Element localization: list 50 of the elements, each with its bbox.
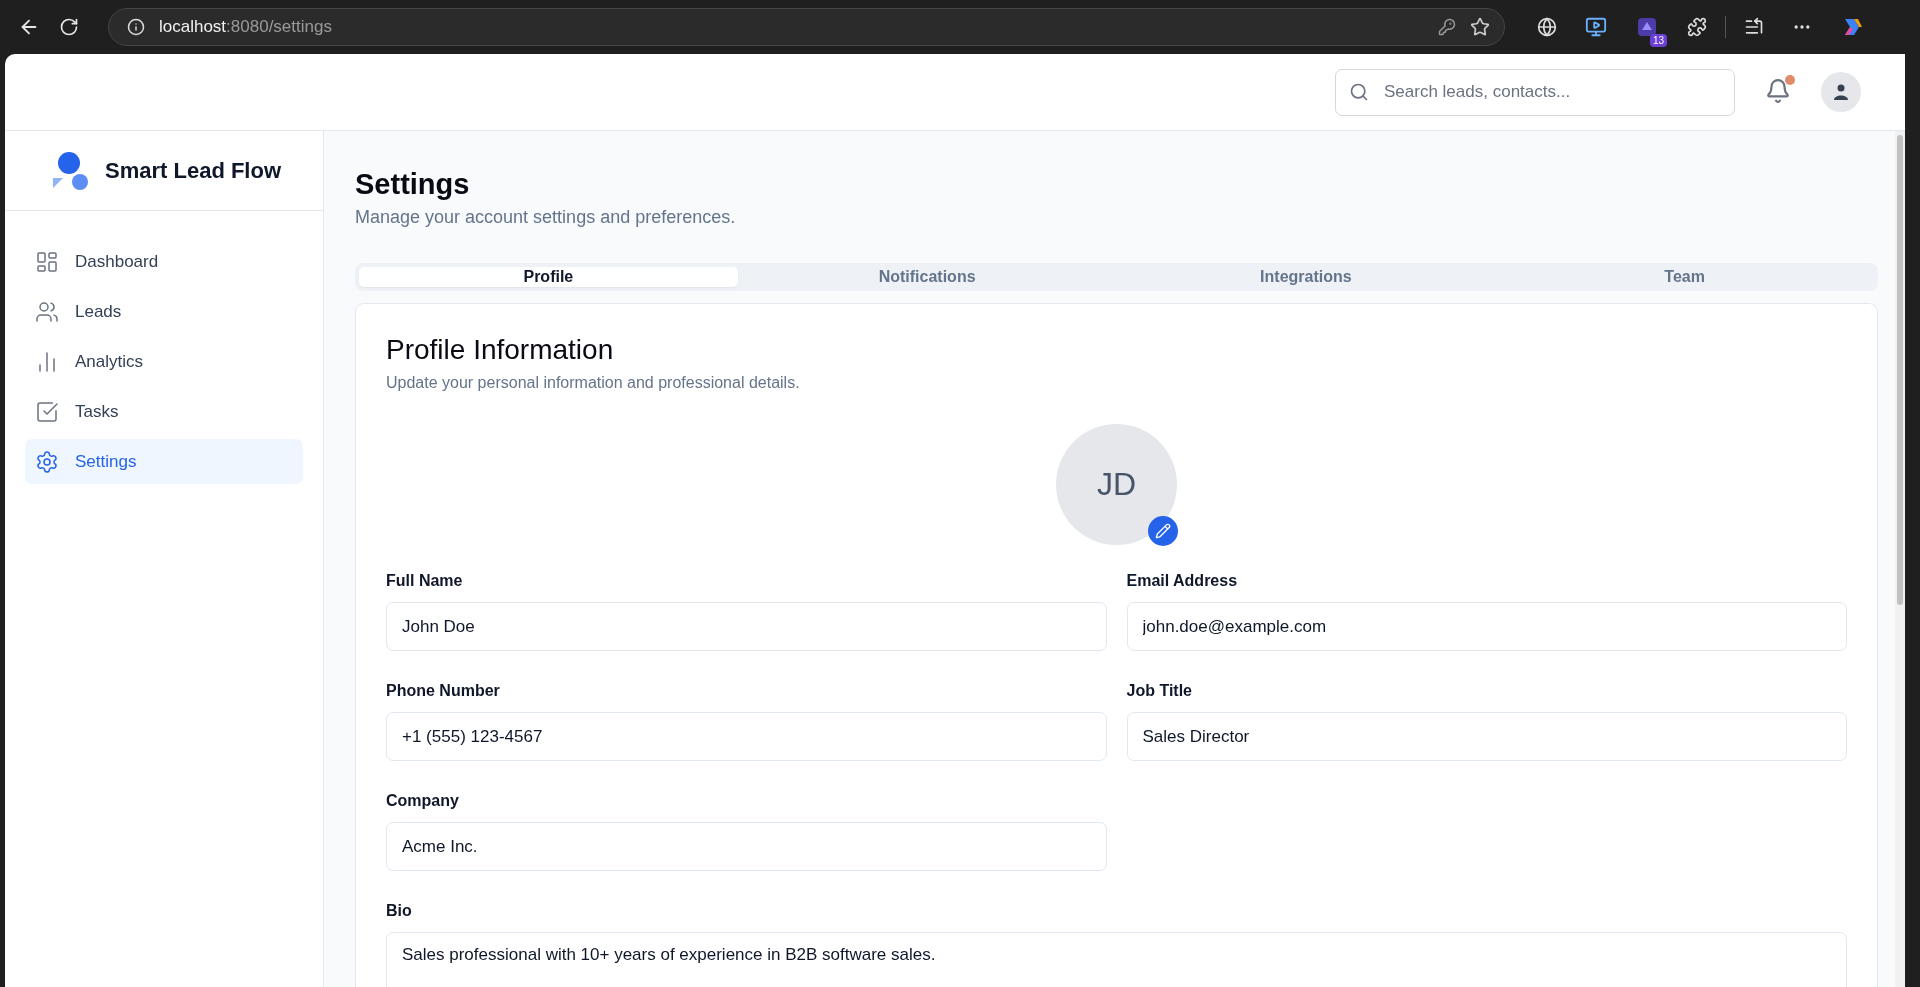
page-subtitle: Manage your account settings and preferences. xyxy=(355,207,737,228)
puzzle-icon[interactable] xyxy=(1687,17,1707,37)
field-label: Job Title xyxy=(1126,682,1193,700)
field-label: Full Name xyxy=(386,572,464,590)
address-bar[interactable]: localhost:8080/settings xyxy=(108,8,1505,46)
nav-item[interactable]: Dashboard xyxy=(25,239,303,284)
tab[interactable]: Profile xyxy=(359,267,738,287)
bell-icon xyxy=(1765,78,1791,104)
settings-icon xyxy=(35,449,59,474)
users-icon xyxy=(35,299,59,324)
pencil-icon xyxy=(1155,523,1171,539)
url-text: localhost:8080/settings xyxy=(159,17,333,37)
brand-name: Smart Lead Flow xyxy=(105,157,282,184)
card-subtitle: Update your personal information and professional details. xyxy=(386,374,801,392)
logo-icon xyxy=(51,150,89,191)
input-field[interactable]: Acme Inc. xyxy=(386,822,1107,871)
key-icon[interactable] xyxy=(1438,18,1456,36)
nav-item[interactable]: Tasks xyxy=(25,389,303,434)
input-field[interactable]: Sales Director xyxy=(1126,712,1847,761)
field-label: Bio xyxy=(386,902,413,920)
globe-icon[interactable] xyxy=(1537,17,1557,37)
input-field[interactable]: John Doe xyxy=(386,602,1107,651)
user-icon xyxy=(1832,83,1850,101)
screen-icon[interactable] xyxy=(1585,16,1607,38)
field-label: Email Address xyxy=(1126,572,1239,590)
field-label: Phone Number xyxy=(386,682,501,700)
edit-avatar-button[interactable] xyxy=(1148,516,1178,546)
nav-item[interactable]: Leads xyxy=(25,289,303,334)
extension-badge: 13 xyxy=(1649,34,1667,47)
grid-icon xyxy=(35,249,59,274)
reload-button[interactable] xyxy=(58,16,80,38)
avatar-initials: JD xyxy=(1096,466,1137,503)
star-icon[interactable] xyxy=(1470,17,1490,37)
card-title: Profile Information xyxy=(386,334,615,366)
search-field[interactable]: Search leads, contacts... xyxy=(1335,68,1735,116)
input-field[interactable]: +1 (555) 123-4567 xyxy=(386,712,1107,761)
tab[interactable]: Notifications xyxy=(737,267,1117,287)
scrollbar[interactable] xyxy=(1895,131,1905,987)
page-title: Settings xyxy=(355,168,471,201)
bio-field[interactable]: Sales professional with 10+ years of experience in B2B software sales. xyxy=(386,932,1847,987)
tab[interactable]: Integrations xyxy=(1116,267,1496,287)
checkbox-icon xyxy=(35,399,59,424)
user-menu-button[interactable] xyxy=(1821,72,1861,112)
input-field[interactable]: john.doe@example.com xyxy=(1126,602,1847,651)
nav-item[interactable]: Analytics xyxy=(25,339,303,384)
nav-item[interactable]: Settings xyxy=(25,439,303,484)
tab[interactable]: Team xyxy=(1495,267,1874,287)
favorites-icon[interactable] xyxy=(1744,17,1764,37)
field-label: Company xyxy=(386,792,460,810)
info-icon[interactable] xyxy=(127,18,145,36)
